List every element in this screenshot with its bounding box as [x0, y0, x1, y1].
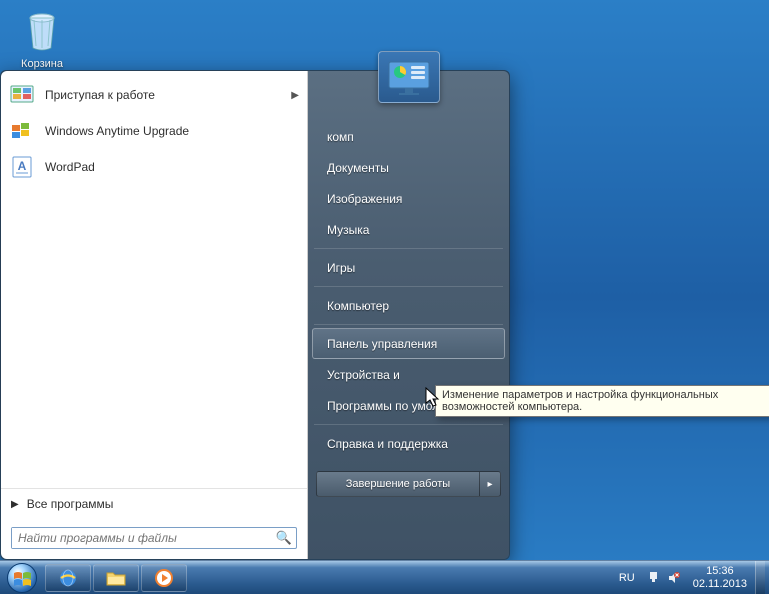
svg-text:A: A	[18, 159, 27, 173]
search-input[interactable]	[12, 528, 272, 548]
taskbar-button-media-player[interactable]	[141, 564, 187, 592]
show-desktop-button[interactable]	[755, 561, 765, 594]
start-button[interactable]	[0, 561, 44, 594]
tooltip: Изменение параметров и настройка функцио…	[435, 385, 769, 417]
program-label: Приступая к работе	[45, 88, 291, 102]
program-label: WordPad	[45, 160, 299, 174]
clock[interactable]: 15:36 02.11.2013	[685, 565, 755, 590]
recycle-bin-icon	[18, 8, 66, 56]
right-item-control-panel[interactable]: Панель управления	[312, 328, 505, 359]
separator	[314, 248, 503, 249]
taskbar-button-explorer[interactable]	[93, 564, 139, 592]
taskbar-button-ie[interactable]	[45, 564, 91, 592]
separator	[314, 324, 503, 325]
file-explorer-icon	[105, 567, 127, 589]
separator	[314, 286, 503, 287]
program-item-anytime-upgrade[interactable]: Windows Anytime Upgrade	[1, 113, 307, 149]
program-list: Приступая к работе ▶ Windows Anytime Upg…	[1, 71, 307, 488]
taskbar: RU 15:36 02.11.2013	[0, 560, 769, 594]
search-box: 🔍	[11, 527, 297, 549]
submenu-arrow-icon: ▶	[291, 90, 299, 101]
windows-anytime-icon	[9, 118, 35, 144]
getting-started-icon	[9, 82, 35, 108]
shutdown-button[interactable]: Завершение работы ▸	[316, 471, 501, 497]
user-avatar-frame[interactable]	[378, 51, 440, 103]
shutdown-options-arrow[interactable]: ▸	[480, 472, 500, 496]
language-indicator[interactable]: RU	[611, 572, 643, 584]
all-programs-label: Все программы	[27, 497, 114, 511]
program-item-wordpad[interactable]: A WordPad	[1, 149, 307, 185]
program-item-getting-started[interactable]: Приступая к работе ▶	[1, 77, 307, 113]
internet-explorer-icon	[57, 567, 79, 589]
start-menu-left-panel: Приступая к работе ▶ Windows Anytime Upg…	[1, 71, 308, 559]
shutdown-label: Завершение работы	[317, 472, 480, 496]
desktop-icon-recycle-bin[interactable]: Корзина	[12, 8, 72, 70]
clock-time: 15:36	[693, 565, 747, 578]
search-icon[interactable]: 🔍	[272, 530, 296, 546]
right-item-computer[interactable]: Компьютер	[312, 290, 505, 321]
media-player-icon	[153, 567, 175, 589]
right-item-help[interactable]: Справка и поддержка	[312, 428, 505, 459]
clock-date: 02.11.2013	[693, 578, 747, 591]
right-item-music[interactable]: Музыка	[312, 214, 505, 245]
windows-orb-icon	[7, 563, 37, 593]
separator	[314, 424, 503, 425]
start-menu: Приступая к работе ▶ Windows Anytime Upg…	[0, 70, 510, 560]
right-item-documents[interactable]: Документы	[312, 152, 505, 183]
volume-icon[interactable]	[667, 571, 681, 585]
desktop-icon-label: Корзина	[21, 58, 63, 70]
all-programs-button[interactable]: ▶ Все программы	[1, 489, 307, 519]
right-item-user[interactable]: комп	[312, 121, 505, 152]
wordpad-icon: A	[9, 154, 35, 180]
control-panel-icon	[387, 58, 431, 96]
action-center-icon[interactable]	[647, 571, 661, 585]
system-tray: RU 15:36 02.11.2013	[611, 561, 769, 594]
start-menu-right-panel: комп Документы Изображения Музыка Игры К…	[308, 71, 509, 559]
right-item-pictures[interactable]: Изображения	[312, 183, 505, 214]
right-item-games[interactable]: Игры	[312, 252, 505, 283]
program-label: Windows Anytime Upgrade	[45, 124, 299, 138]
expand-arrow-icon: ▶	[11, 499, 19, 510]
